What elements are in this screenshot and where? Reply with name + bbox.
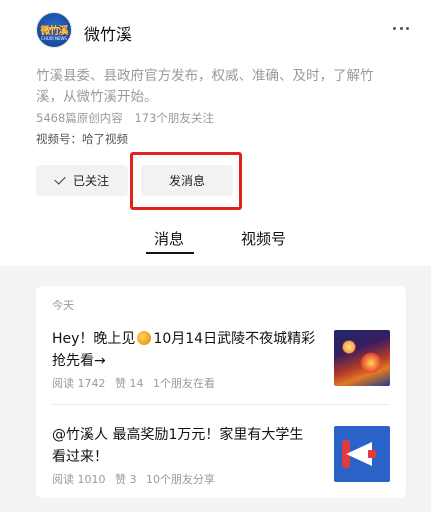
article-title-part: Hey！晚上见 [52, 331, 136, 347]
night-festival-thumbnail-icon[interactable] [334, 330, 390, 386]
article-meta: 阅读 1010 赞 3 10个朋友分享 [52, 471, 215, 487]
checkmark-icon [54, 173, 66, 185]
content-tabs: 消息 视频号 [0, 228, 431, 256]
article-item[interactable]: @竹溪人 最高奖励1万元！家里有大学生看过来！ 阅读 1010 赞 3 10个朋… [52, 424, 390, 486]
megaphone-thumbnail-icon[interactable] [334, 426, 390, 482]
article-friends: 10个朋友分享 [146, 473, 215, 486]
more-options-icon[interactable] [391, 18, 411, 38]
avatar-logo-subtext: CHUXI NEWS [41, 36, 67, 41]
tab-messages[interactable]: 消息 [154, 228, 184, 249]
article-reads: 阅读 1010 [52, 473, 106, 486]
account-stats: 5468篇原创内容 173个朋友关注 [36, 110, 214, 126]
article-meta: 阅读 1742 赞 14 1个朋友在看 [52, 375, 215, 391]
tab-video-channel[interactable]: 视频号 [241, 228, 286, 249]
avatar-logo-text: 微竹溪 [40, 26, 69, 37]
original-count: 5468篇原创内容 [36, 111, 123, 125]
friends-following[interactable]: 173个朋友关注 [134, 111, 213, 125]
account-avatar[interactable]: 微竹溪 CHUXI NEWS [36, 12, 72, 48]
megaphone-handle-shape [368, 450, 376, 458]
active-tab-indicator [146, 252, 194, 254]
party-emoji-icon [137, 331, 152, 345]
highlight-annotation-box [130, 152, 242, 210]
article-title[interactable]: Hey！晚上见 10月14日武陵不夜城精彩抢先看→ [52, 328, 316, 372]
article-divider [52, 404, 390, 405]
article-item[interactable]: Hey！晚上见 10月14日武陵不夜城精彩抢先看→ 阅读 1742 赞 14 1个… [52, 328, 390, 390]
followed-button[interactable]: 已关注 [36, 165, 128, 196]
article-title[interactable]: @竹溪人 最高奖励1万元！家里有大学生看过来！ [52, 424, 316, 468]
video-channel-link[interactable]: 视频号：哈了视频 [36, 131, 128, 147]
article-likes: 赞 14 [115, 377, 144, 390]
article-likes: 赞 3 [115, 473, 137, 486]
article-reads: 阅读 1742 [52, 377, 106, 390]
profile-header: 微竹溪 CHUXI NEWS 微竹溪 [36, 12, 411, 52]
followed-label: 已关注 [72, 174, 109, 188]
account-name: 微竹溪 [84, 25, 133, 44]
article-friends: 1个朋友在看 [153, 377, 215, 390]
message-card: 今天 Hey！晚上见 10月14日武陵不夜城精彩抢先看→ 阅读 1742 赞 14… [36, 286, 406, 498]
account-description: 竹溪县委、县政府官方发布，权威、准确、及时，了解竹溪，从微竹溪开始。 [36, 68, 374, 105]
date-label: 今天 [52, 299, 74, 312]
